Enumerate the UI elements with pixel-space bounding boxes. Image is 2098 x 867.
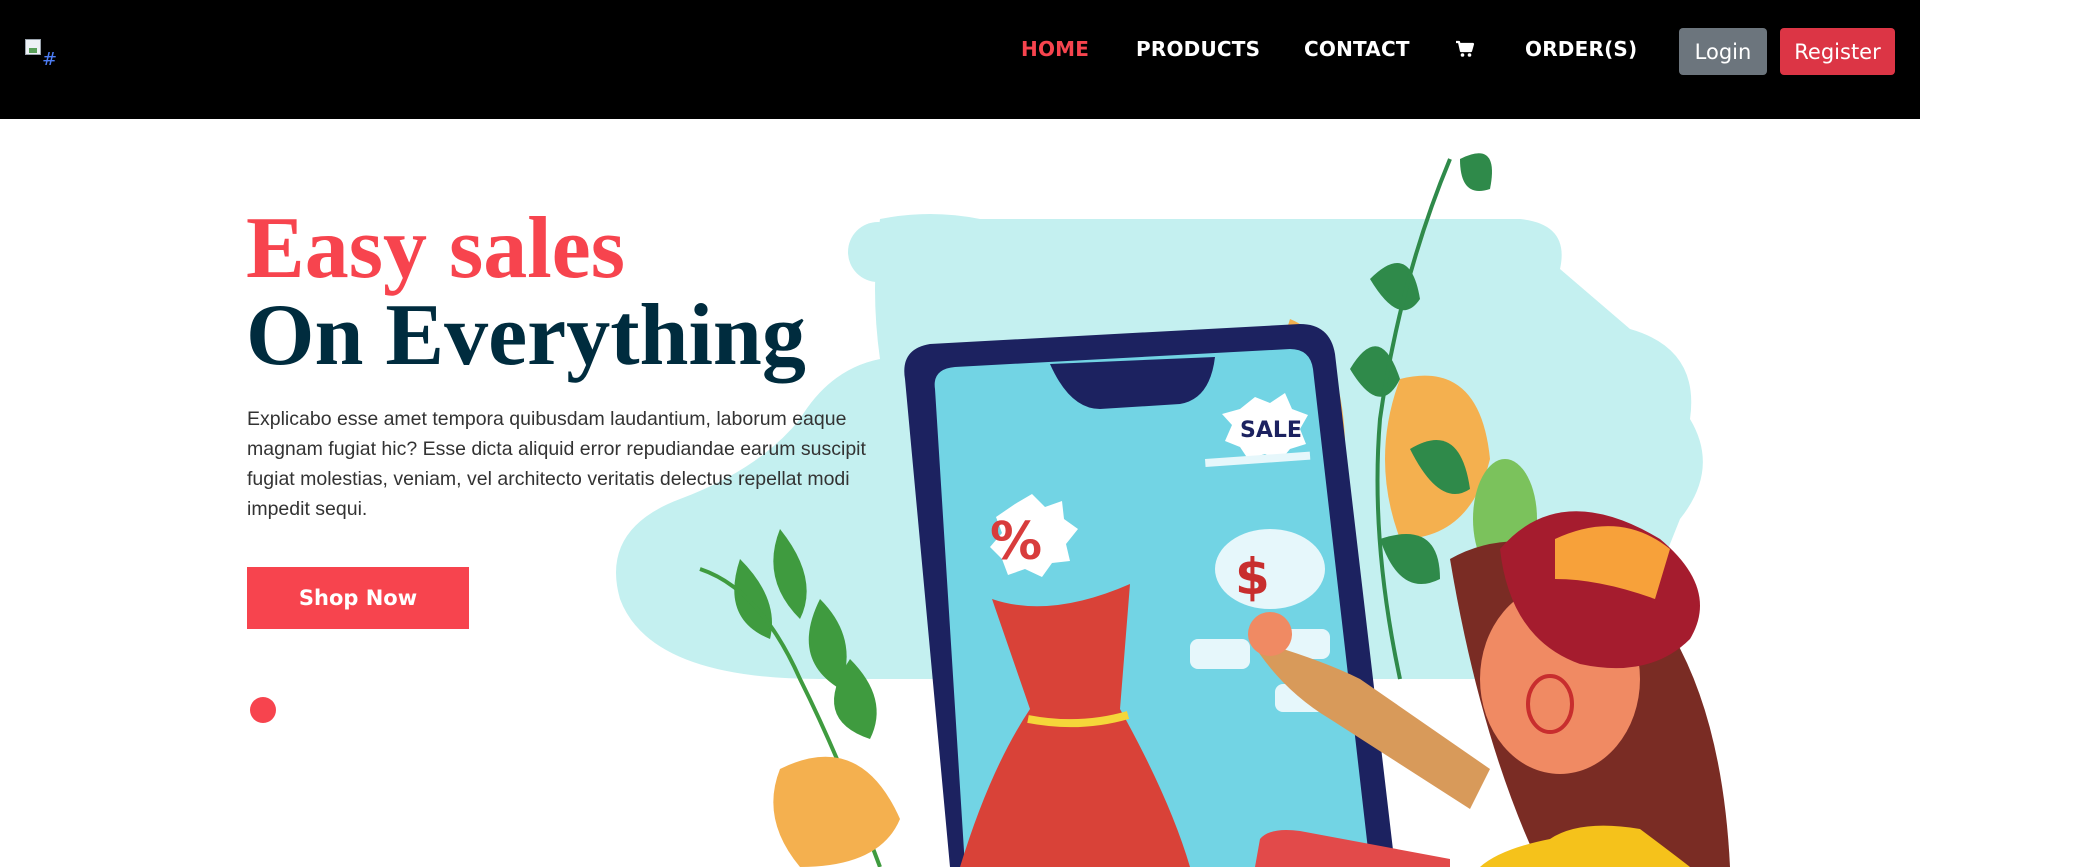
hero-title-line2: On Everything: [246, 287, 806, 384]
logo[interactable]: #: [25, 39, 58, 70]
login-button[interactable]: Login: [1679, 28, 1767, 75]
nav-contact[interactable]: CONTACT: [1304, 34, 1410, 64]
percent-tag: %: [990, 512, 1042, 572]
shop-now-button[interactable]: Shop Now: [247, 567, 469, 629]
hero-title-line1: Easy sales: [246, 200, 625, 297]
nav-home[interactable]: HOME: [1021, 34, 1089, 64]
cart-icon: [1456, 40, 1475, 57]
nav-cart[interactable]: [1453, 34, 1477, 64]
page: SALE % $ # HOME PRODUCTS CONTACT ORDER(S…: [0, 0, 1920, 867]
navbar: # HOME PRODUCTS CONTACT ORDER(S) Login R…: [0, 0, 1920, 119]
register-button[interactable]: Register: [1780, 28, 1895, 75]
sale-tag: SALE: [1240, 418, 1302, 443]
hero-description: Explicabo esse amet tempora quibusdam la…: [247, 408, 866, 520]
logo-alt-text: #: [42, 49, 58, 70]
dollar-tag: $: [1235, 548, 1270, 606]
broken-image-icon: [25, 39, 41, 55]
nav-products[interactable]: PRODUCTS: [1136, 34, 1260, 64]
nav-orders[interactable]: ORDER(S): [1525, 34, 1637, 64]
carousel-indicator-dot[interactable]: [250, 697, 276, 723]
